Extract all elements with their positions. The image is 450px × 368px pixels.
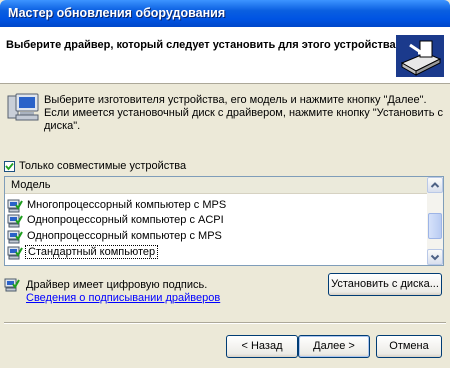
computer-driver-icon (7, 214, 23, 228)
model-list[interactable]: Модель Многопроцессорный компьютер с MPS… (4, 176, 444, 266)
list-item[interactable]: Однопроцессорный компьютер с MPS (7, 228, 224, 244)
compatible-only-label: Только совместимые устройства (19, 160, 187, 172)
next-button[interactable]: Далее > (298, 335, 370, 358)
computer-driver-icon (7, 199, 23, 213)
list-item[interactable]: Многопроцессорный компьютер с MPS (7, 197, 228, 213)
title-bar[interactable]: Мастер обновления оборудования (0, 0, 450, 27)
scroll-up-button[interactable] (427, 177, 443, 193)
have-disk-button[interactable]: Установить с диска... (328, 273, 442, 296)
hardware-update-wizard: Мастер обновления оборудования Выберите … (0, 0, 450, 368)
list-item-selected[interactable]: Стандартный компьютер (7, 244, 159, 260)
back-button[interactable]: < Назад (226, 335, 298, 358)
driver-signing-link[interactable]: Сведения о подписывании драйверов (26, 292, 220, 304)
instructions-text: Выберите изготовителя устройства, его мо… (44, 94, 443, 132)
computer-icon (7, 93, 39, 121)
header-title: Выберите драйвер, который следует устано… (6, 39, 399, 51)
model-name: Стандартный компьютер (25, 245, 159, 259)
cancel-button[interactable]: Отмена (376, 335, 442, 358)
column-header-model[interactable]: Модель (5, 177, 429, 194)
signature-status: Драйвер имеет цифровую подпись. (26, 279, 208, 291)
compatible-only-row[interactable]: Только совместимые устройства (4, 159, 186, 173)
window-title: Мастер обновления оборудования (8, 6, 226, 20)
scroll-thumb[interactable] (428, 213, 442, 239)
scroll-down-button[interactable] (427, 249, 443, 265)
computer-driver-icon (7, 230, 23, 244)
signed-driver-icon (4, 278, 20, 292)
computer-driver-icon (7, 246, 23, 260)
model-name: Однопроцессорный компьютер с MPS (27, 230, 222, 242)
compatible-only-checkbox[interactable] (4, 160, 15, 172)
model-list-scrollbar[interactable] (427, 177, 443, 265)
hardware-install-icon (396, 35, 444, 77)
chevron-down-icon (430, 254, 440, 261)
wizard-header: Выберите драйвер, который следует устано… (0, 27, 450, 84)
model-name: Многопроцессорный компьютер с MPS (27, 199, 227, 211)
list-item[interactable]: Однопроцессорный компьютер с ACPI (7, 212, 226, 228)
model-name: Однопроцессорный компьютер с ACPI (27, 214, 224, 226)
checkmark-icon (5, 162, 14, 170)
divider (4, 322, 446, 324)
chevron-up-icon (430, 182, 440, 188)
